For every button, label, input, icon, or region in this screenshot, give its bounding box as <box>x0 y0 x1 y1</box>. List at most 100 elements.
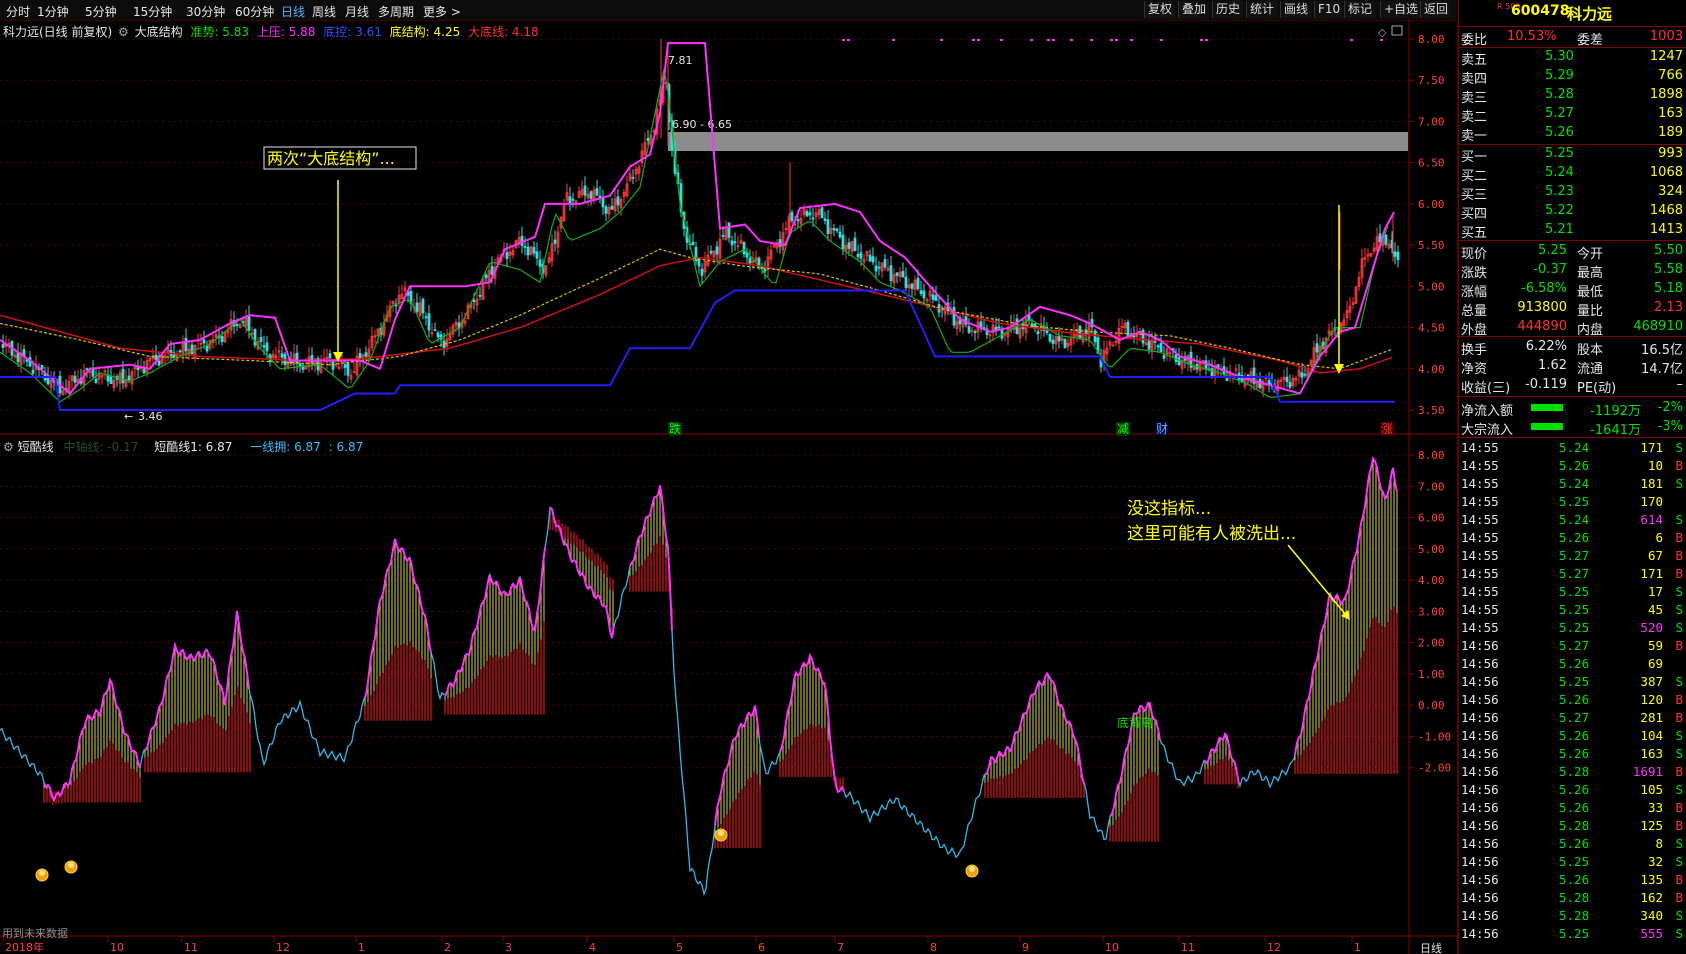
period-tab-5min[interactable]: 5分钟 <box>85 3 117 20</box>
event-label-drop[interactable]: 跌 <box>669 421 681 436</box>
event-label-rise[interactable]: 涨 <box>1381 421 1393 436</box>
f10-button[interactable]: F10 <box>1314 1 1344 18</box>
flow-bar <box>1531 423 1563 430</box>
bid-volume: 993 <box>1658 146 1683 161</box>
dadixian-line <box>0 257 1393 374</box>
draw-line-button[interactable]: 画线 <box>1280 1 1312 18</box>
tick-price: 5.24 <box>1559 476 1590 491</box>
tick-price: 5.25 <box>1559 584 1590 599</box>
time-axis-label: 10 <box>1105 941 1119 954</box>
mark-button[interactable]: 标记 <box>1344 1 1376 18</box>
tick-time: 14:56 <box>1461 746 1499 761</box>
sub-axis-tick: 8.00 <box>1418 449 1445 462</box>
statistics-button[interactable]: 统计 <box>1246 1 1278 18</box>
tick-side: S <box>1675 728 1683 743</box>
add-watchlist-button[interactable]: +自选 <box>1380 1 1422 18</box>
period-tab-daily[interactable]: 日线 <box>281 3 305 20</box>
restore-rights-button[interactable]: 复权 <box>1144 1 1176 18</box>
bid-price: 5.22 <box>1545 203 1574 218</box>
ask-level-row[interactable]: 卖一 5.26 189 <box>1461 124 1685 144</box>
tick-row: 14:56 5.25 555 S <box>1461 926 1685 943</box>
bid-level-row[interactable]: 买二 5.24 1068 <box>1461 164 1685 184</box>
bid-price: 5.25 <box>1545 146 1574 161</box>
buy-signal-icons <box>35 828 979 882</box>
sub-axis-tick: -1.00 <box>1418 730 1451 743</box>
tick-row: 14:56 5.28 1691 B <box>1461 764 1685 781</box>
fundamental-row: 净资 1.62 流通 14.7亿 <box>1461 357 1685 377</box>
time-axis: 2018年 10 11 12 1 2 3 4 5 6 7 8 9 10 11 12 1 <box>2 936 1361 954</box>
tick-side: B <box>1675 710 1683 725</box>
back-button[interactable]: 返回 <box>1420 1 1452 18</box>
flow-pct: -2% <box>1657 400 1683 415</box>
diamond-icon[interactable]: ◇ <box>1378 26 1387 39</box>
tick-row: 14:56 5.26 69 <box>1461 656 1685 673</box>
sub-axis-tick: 6.00 <box>1418 512 1445 525</box>
bid-level-row[interactable]: 买一 5.25 993 <box>1461 145 1685 165</box>
overlay-button[interactable]: 叠加 <box>1178 1 1210 18</box>
stat-value: 14.7亿 <box>1641 362 1683 377</box>
tick-side: B <box>1675 566 1683 581</box>
tick-volume: 67 <box>1647 548 1663 563</box>
period-tab-fenshi[interactable]: 分时 <box>6 3 30 20</box>
window-icon[interactable] <box>1391 25 1403 36</box>
stat-value: 16.5亿 <box>1641 343 1683 358</box>
price-axis-tick: 7.00 <box>1418 115 1445 128</box>
period-tab-15min[interactable]: 15分钟 <box>133 3 172 20</box>
tick-row: 14:55 5.25 45 S <box>1461 602 1685 619</box>
tick-time: 14:56 <box>1461 818 1499 833</box>
stat-row: 外盘 444890 内盘 468910 <box>1461 318 1685 338</box>
period-tab-weekly[interactable]: 周线 <box>312 3 336 20</box>
chart-canvas[interactable]: 6.90 - 6.65 7.81 ← 3.46 两次“大底结构”... 跌 减 … <box>0 20 1458 954</box>
tick-price: 5.26 <box>1559 782 1590 797</box>
tick-volume: 120 <box>1640 692 1663 707</box>
ask-volume: 189 <box>1658 125 1683 140</box>
tick-volume: 520 <box>1640 620 1663 635</box>
tick-time: 14:56 <box>1461 728 1499 743</box>
price-axis-tick: 4.50 <box>1418 322 1445 335</box>
event-label-reduce[interactable]: 减 <box>1117 422 1129 436</box>
time-axis-label: 9 <box>1022 941 1029 954</box>
period-tab-multi[interactable]: 多周期 <box>378 3 414 20</box>
tick-row: 14:55 5.26 10 B <box>1461 458 1685 475</box>
flow-label: 净流入额 <box>1461 404 1514 419</box>
time-axis-label: 2 <box>444 941 451 954</box>
stat-value: 913800 <box>1517 300 1567 315</box>
time-axis-label: 11 <box>1181 941 1195 954</box>
ask-level-row[interactable]: 卖五 5.30 1247 <box>1461 48 1685 68</box>
ask-level-row[interactable]: 卖三 5.28 1898 <box>1461 86 1685 106</box>
bid-level-row[interactable]: 买三 5.23 324 <box>1461 183 1685 203</box>
stat-value: – <box>1676 377 1684 392</box>
tick-price: 5.26 <box>1559 728 1590 743</box>
tick-price: 5.26 <box>1559 872 1590 887</box>
tick-side: S <box>1675 602 1683 617</box>
bid-level-row[interactable]: 买四 5.22 1468 <box>1461 202 1685 222</box>
ask-level-row[interactable]: 卖四 5.29 766 <box>1461 67 1685 87</box>
time-axis-label: 1 <box>358 941 365 954</box>
event-label-finance[interactable]: 财 <box>1156 422 1168 436</box>
tick-side: S <box>1675 440 1683 455</box>
period-tab-monthly[interactable]: 月线 <box>345 3 369 20</box>
period-tab-60min[interactable]: 60分钟 <box>235 3 274 20</box>
tick-price: 5.28 <box>1559 818 1590 833</box>
tick-row: 14:56 5.26 163 S <box>1461 746 1685 763</box>
flow-value: -1641万 <box>1590 423 1641 438</box>
tick-row: 14:56 5.28 340 S <box>1461 908 1685 925</box>
tick-row: 14:56 5.26 8 S <box>1461 836 1685 853</box>
tick-side: S <box>1675 908 1683 923</box>
ask-level-row[interactable]: 卖二 5.27 163 <box>1461 105 1685 125</box>
time-axis-label: 7 <box>837 941 844 954</box>
bid-level-row[interactable]: 买五 5.21 1413 <box>1461 221 1685 241</box>
ask-level-label: 卖四 <box>1461 72 1488 87</box>
period-tab-1min[interactable]: 1分钟 <box>37 3 69 20</box>
period-tab-more[interactable]: 更多 > <box>423 3 461 20</box>
tick-price: 5.26 <box>1559 800 1590 815</box>
sub-annotation-line1: 没这指标... <box>1127 499 1211 519</box>
period-tab-30min[interactable]: 30分钟 <box>186 3 225 20</box>
stat-value: 2.13 <box>1654 300 1683 315</box>
time-axis-label: 11 <box>184 941 198 954</box>
history-button[interactable]: 历史 <box>1212 1 1244 18</box>
tick-time: 14:56 <box>1461 638 1499 653</box>
high-price-label: 7.81 <box>668 54 693 67</box>
stat-value: 444890 <box>1517 319 1567 334</box>
stat-label: 最低 <box>1577 285 1604 300</box>
